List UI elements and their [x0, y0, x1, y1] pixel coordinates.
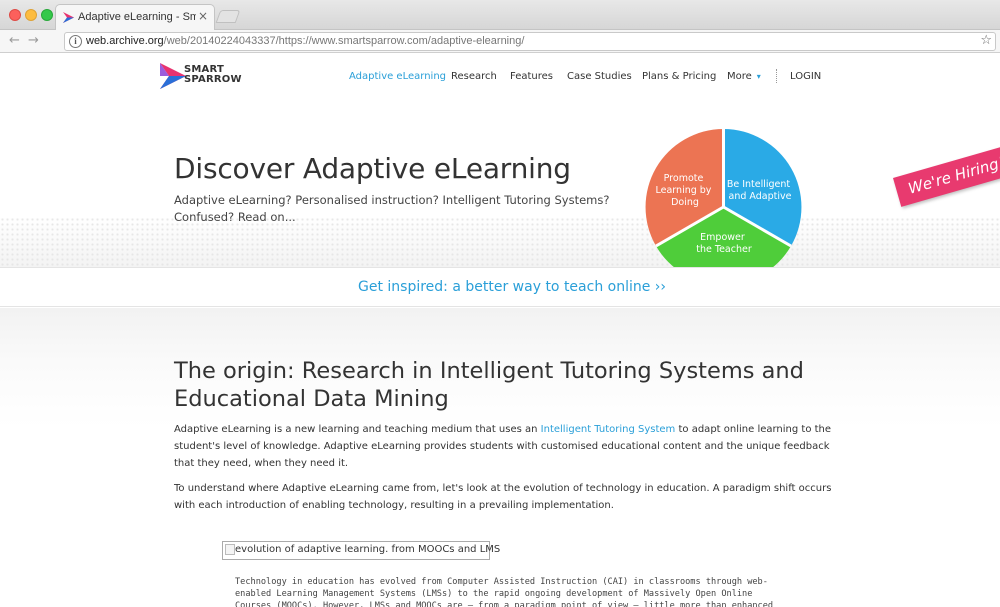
new-tab-button[interactable]	[215, 10, 241, 23]
get-inspired-link[interactable]: Get inspired: a better way to teach onli…	[358, 279, 666, 295]
nav-item-more[interactable]: More ▾	[727, 71, 761, 82]
chevron-down-icon: ▾	[756, 72, 761, 81]
image-alt-text: evolution of adaptive learning. from MOO…	[235, 544, 501, 555]
intro-paragraph: Adaptive eLearning is a new learning and…	[174, 421, 834, 472]
pie-label-intelligent-adaptive: Be Intelligent and Adaptive	[727, 179, 793, 202]
url-text[interactable]: web.archive.org/web/20140224043337/https…	[86, 35, 524, 47]
back-arrow-icon[interactable]: ←	[9, 33, 20, 48]
intelligent-tutoring-system-link[interactable]: Intelligent Tutoring System	[541, 424, 676, 435]
hero-subtitle: Adaptive eLearning? Personalised instruc…	[174, 193, 610, 224]
main-content: The origin: Research in Intelligent Tuto…	[0, 308, 1000, 607]
intro-text-start: Adaptive eLearning is a new learning and…	[174, 424, 541, 435]
close-window-button[interactable]	[9, 9, 21, 21]
nav-item-plans-pricing[interactable]: Plans & Pricing	[642, 71, 716, 82]
hero-section: Discover Adaptive eLearning Adaptive eLe…	[0, 100, 1000, 267]
nav-item-features[interactable]: Features	[510, 71, 553, 82]
adaptive-elearning-pie-graphic: Be Intelligent and Adaptive Empower the …	[645, 129, 802, 285]
nav-divider	[776, 69, 777, 83]
minimize-window-button[interactable]	[25, 9, 37, 21]
pie-label-empower-teacher: Empower the Teacher	[696, 232, 752, 255]
broken-image-placeholder: evolution of adaptive learning. from MOO…	[222, 541, 500, 560]
technology-history-paragraph: Technology in education has evolved from…	[235, 577, 774, 607]
browser-toolbar: ← → i web.archive.org/web/20140224043337…	[0, 30, 1000, 53]
browser-tab-active[interactable]: Adaptive eLearning - Smart Sp ×	[55, 4, 215, 31]
nav-item-research[interactable]: Research	[451, 71, 497, 82]
evolution-paragraph: To understand where Adaptive eLearning c…	[174, 483, 832, 511]
url-host: web.archive.org	[86, 35, 164, 47]
maximize-window-button[interactable]	[41, 9, 53, 21]
nav-item-adaptive-elearning[interactable]: Adaptive eLearning	[349, 71, 446, 82]
hero-title: Discover Adaptive eLearning	[174, 152, 571, 185]
forward-arrow-icon[interactable]: →	[28, 33, 39, 48]
address-bar[interactable]: i web.archive.org/web/20140224043337/htt…	[64, 32, 996, 51]
broken-image-icon	[225, 544, 235, 555]
nav-login-link[interactable]: LOGIN	[790, 71, 821, 82]
section-heading: The origin: Research in Intelligent Tuto…	[174, 358, 804, 412]
site-info-icon[interactable]: i	[69, 35, 82, 48]
inspired-band: Get inspired: a better way to teach onli…	[0, 267, 1000, 307]
smart-sparrow-favicon-icon	[63, 12, 74, 23]
url-path: /web/20140224043337/https://www.smartspa…	[163, 35, 525, 47]
site-header: SMART SPARROW Adaptive eLearning Researc…	[0, 54, 1000, 100]
nav-more-label: More	[727, 71, 752, 82]
tab-title: Adaptive eLearning - Smart Sp	[78, 11, 196, 23]
nav-item-case-studies[interactable]: Case Studies	[567, 71, 632, 82]
browser-tab-bar: Adaptive eLearning - Smart Sp ×	[0, 0, 1000, 31]
main-nav: Adaptive eLearning Research Features Cas…	[0, 71, 1000, 85]
bookmark-star-icon[interactable]: ☆	[980, 33, 992, 48]
tab-close-icon[interactable]: ×	[198, 9, 208, 23]
